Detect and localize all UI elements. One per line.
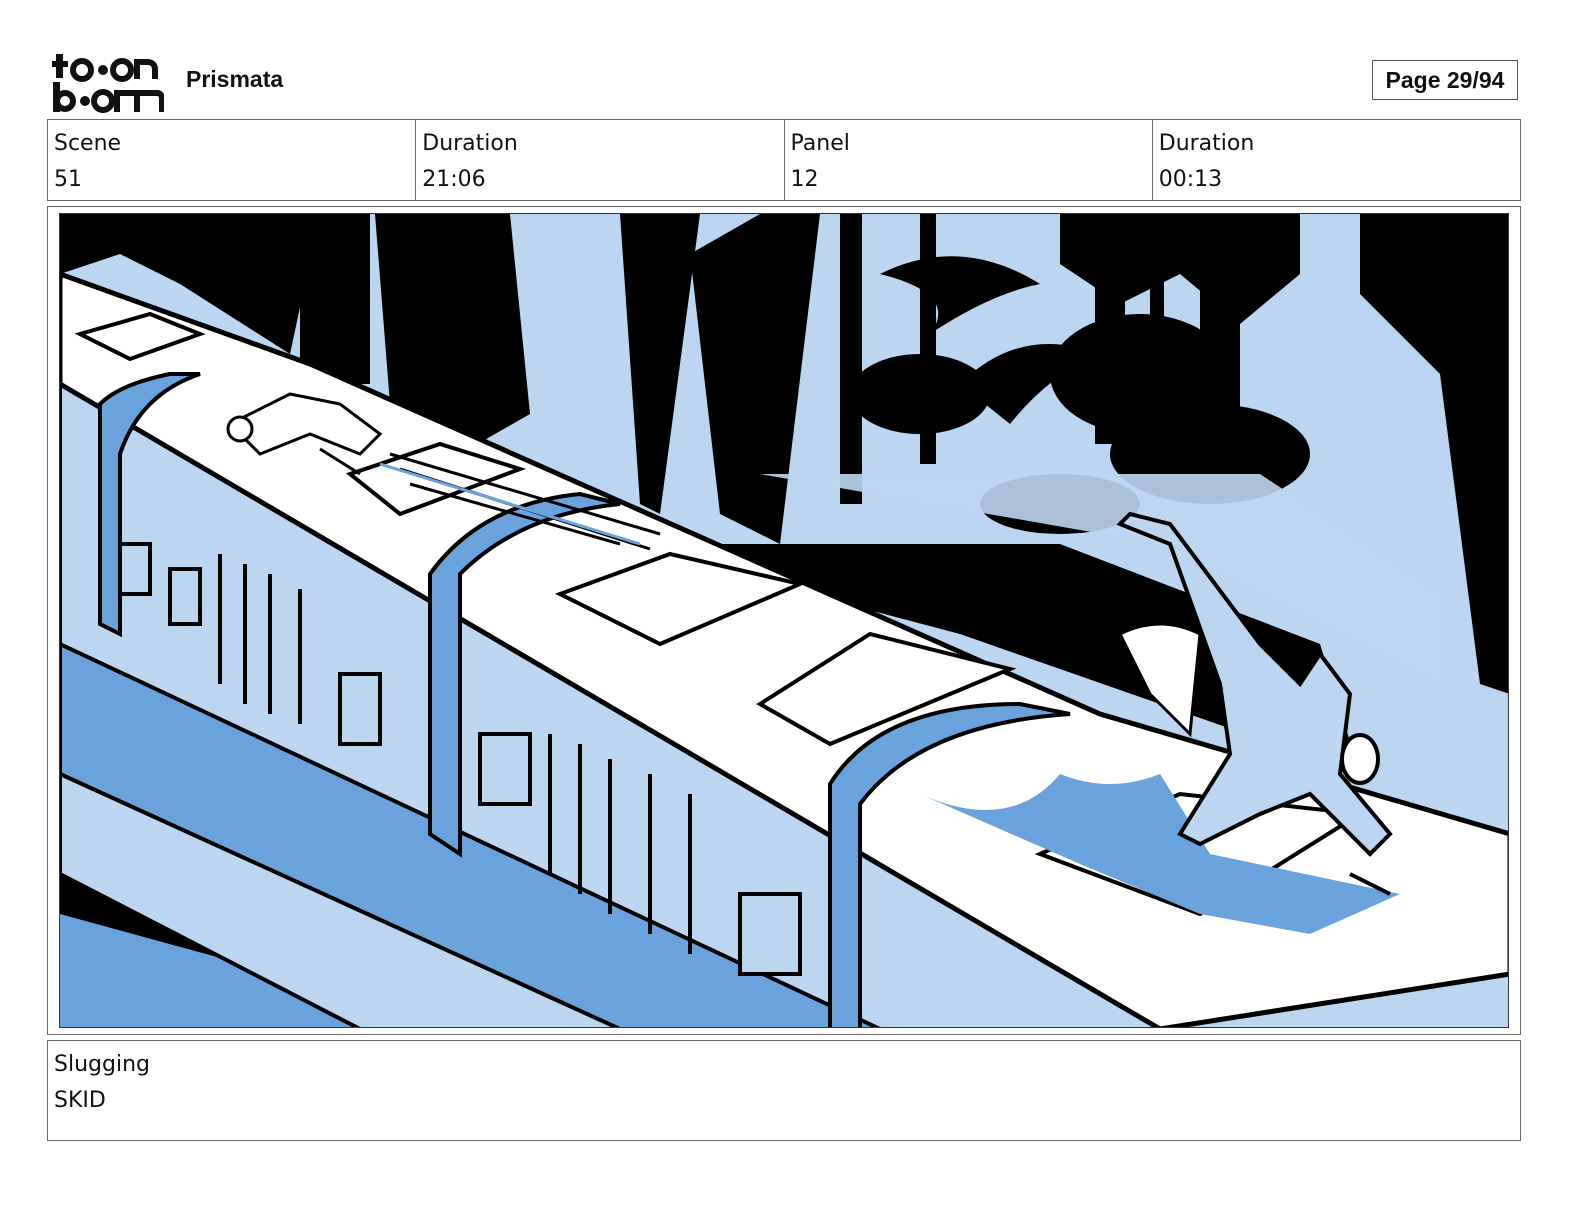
scene-value: 51 <box>54 167 82 192</box>
storyboard-panel-image <box>59 213 1509 1028</box>
slugging-label: Slugging <box>54 1052 150 1077</box>
panel-value: 12 <box>790 167 819 192</box>
slugging-box: Slugging SKID <box>47 1040 1521 1141</box>
panel-duration-cell: Duration 00:13 <box>1153 120 1520 200</box>
panel-cell: Panel 12 <box>785 120 1153 200</box>
scene-duration-value: 21:06 <box>422 167 486 192</box>
scene-duration-cell: Duration 21:06 <box>416 120 785 200</box>
scene-duration-label: Duration <box>422 131 518 156</box>
panel-duration-label: Duration <box>1158 131 1255 156</box>
train-roof-illustration <box>60 214 1508 1027</box>
scene-label: Scene <box>54 131 122 156</box>
panel-label: Panel <box>790 131 850 156</box>
project-title: Prismata <box>186 66 284 92</box>
scene-cell: Scene 51 <box>48 120 417 200</box>
slugging-value: SKID <box>54 1088 106 1113</box>
page-indicator: Page 29/94 <box>1372 60 1518 100</box>
panel-duration-value: 00:13 <box>1158 167 1223 192</box>
toonboom-logo <box>52 54 164 113</box>
scene-info-table: Scene 51 Duration 21:06 Panel 12 Duratio… <box>47 119 1521 201</box>
